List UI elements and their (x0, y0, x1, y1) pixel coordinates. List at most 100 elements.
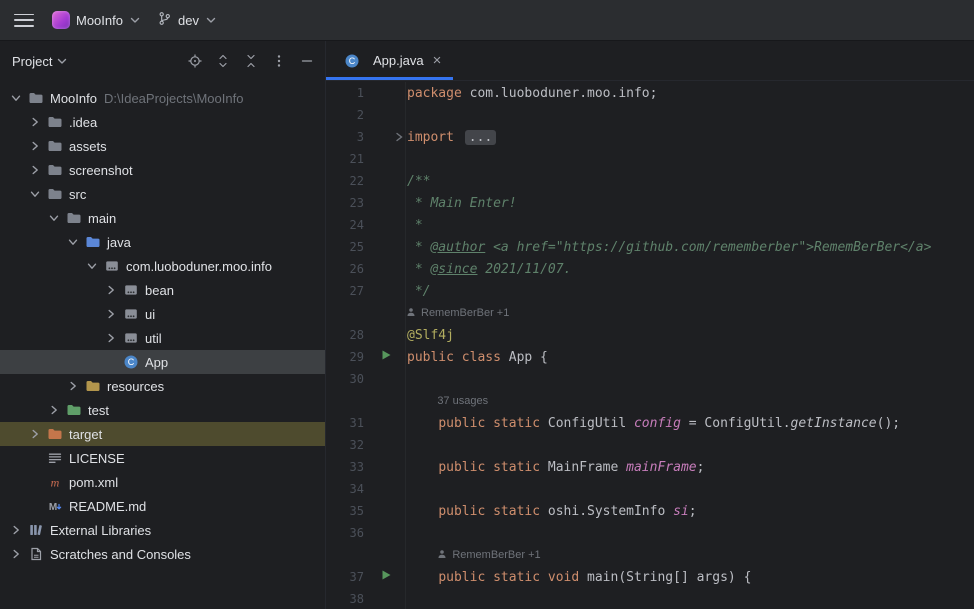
inlay-text[interactable]: RememBerBer +1 (406, 307, 509, 320)
folder-icon (66, 210, 82, 226)
tree-item-app[interactable]: CApp (0, 350, 325, 374)
project-name: MooInfo (76, 13, 123, 28)
code-text[interactable]: public static ConfigUtil config = Config… (406, 416, 900, 431)
git-branch-icon (157, 11, 172, 29)
chevron-spacer (27, 498, 43, 514)
tree-item-label: screenshot (69, 163, 133, 178)
code-line: 36 (326, 522, 974, 544)
fold-expand-icon[interactable] (394, 131, 404, 146)
folder-icon (28, 90, 44, 106)
tree-item-assets[interactable]: assets (0, 134, 325, 158)
svg-text:m: m (51, 476, 60, 490)
tree-item-com-luoboduner-moo-info[interactable]: com.luoboduner.moo.info (0, 254, 325, 278)
more-options-icon[interactable] (267, 49, 291, 73)
gutter (366, 170, 406, 192)
tree-item-main[interactable]: main (0, 206, 325, 230)
project-widget[interactable]: MooInfo (44, 7, 149, 33)
code-text[interactable]: * @since 2021/11/07. (406, 262, 571, 277)
panel-title[interactable]: Project (12, 54, 52, 69)
chevron-right-icon[interactable] (27, 138, 43, 154)
branch-widget[interactable]: dev (149, 7, 225, 33)
code-text[interactable]: public static void main(String[] args) { (406, 570, 751, 585)
chevron-right-icon[interactable] (27, 162, 43, 178)
tree-item-resources[interactable]: resources (0, 374, 325, 398)
chevron-right-icon[interactable] (103, 282, 119, 298)
tree-item-label: Scratches and Consoles (50, 547, 191, 562)
tree-item-src[interactable]: src (0, 182, 325, 206)
tree-item-screenshot[interactable]: screenshot (0, 158, 325, 182)
code-text[interactable]: /** (406, 174, 430, 189)
chevron-down-icon[interactable] (56, 55, 68, 67)
chevron-right-icon[interactable] (46, 402, 62, 418)
package-icon (123, 306, 139, 322)
tree-item-label: .idea (69, 115, 97, 130)
tree-item-path: D:\IdeaProjects\MooInfo (104, 91, 243, 106)
inlay-label[interactable]: RememBerBer +1 (452, 549, 540, 561)
collapse-all-icon[interactable] (239, 49, 263, 73)
chevron-right-icon[interactable] (103, 330, 119, 346)
close-icon[interactable]: × (431, 53, 444, 68)
hide-panel-icon[interactable] (295, 49, 319, 73)
code-text[interactable]: * Main Enter! (406, 196, 517, 211)
chevron-down-icon[interactable] (84, 258, 100, 274)
chevron-right-icon[interactable] (8, 546, 24, 562)
tree-item-idea[interactable]: .idea (0, 110, 325, 134)
tree-item-label: com.luoboduner.moo.info (126, 259, 272, 274)
code-text[interactable]: public class App { (406, 350, 548, 365)
code-text[interactable]: public static MainFrame mainFrame; (406, 460, 704, 475)
tree-item-label: pom.xml (69, 475, 118, 490)
gutter (366, 192, 406, 214)
tree-item-mooinfo[interactable]: MooInfoD:\IdeaProjects\MooInfo (0, 86, 325, 110)
project-panel-header: Project (0, 41, 325, 81)
inlay-label[interactable]: RememBerBer +1 (421, 307, 509, 319)
tree-item-license[interactable]: LICENSE (0, 446, 325, 470)
chevron-right-icon[interactable] (8, 522, 24, 538)
tree-item-label: test (88, 403, 109, 418)
tree-item-readme-md[interactable]: MREADME.md (0, 494, 325, 518)
code-text[interactable]: * @author <a href="https://github.com/re… (406, 240, 931, 255)
folder-icon (47, 186, 63, 202)
chevron-right-icon[interactable] (65, 378, 81, 394)
code-text[interactable]: */ (406, 284, 430, 299)
tree-item-target[interactable]: target (0, 422, 325, 446)
locate-file-icon[interactable] (183, 49, 207, 73)
chevron-down-icon (129, 14, 141, 26)
line-number: 22 (326, 174, 366, 188)
expand-all-icon[interactable] (211, 49, 235, 73)
tree-item-ui[interactable]: ui (0, 302, 325, 326)
code-text[interactable]: public static oshi.SystemInfo si; (406, 504, 697, 519)
code-text[interactable]: * (406, 218, 423, 233)
menu-icon[interactable] (14, 14, 34, 27)
tree-item-pom-xml[interactable]: m pom.xml (0, 470, 325, 494)
chevron-right-icon[interactable] (27, 426, 43, 442)
gutter (366, 390, 406, 412)
code-text[interactable]: import ... (406, 130, 496, 145)
tree-item-scratches-and-consoles[interactable]: Scratches and Consoles (0, 542, 325, 566)
run-button[interactable] (380, 569, 392, 585)
chevron-down-icon[interactable] (27, 186, 43, 202)
chevron-down-icon[interactable] (65, 234, 81, 250)
inlay-label[interactable]: 37 usages (437, 395, 488, 407)
tab-app-java[interactable]: C App.java × (326, 41, 453, 80)
inlay-text[interactable]: RememBerBer +1 (406, 549, 541, 562)
code-text[interactable]: @Slf4j (406, 328, 454, 343)
gutter (366, 236, 406, 258)
code-area[interactable]: 1package com.luoboduner.moo.info;23impor… (326, 81, 974, 609)
code-line: 25 * @author <a href="https://github.com… (326, 236, 974, 258)
code-text[interactable]: package com.luoboduner.moo.info; (406, 86, 657, 101)
tree-item-external-libraries[interactable]: External Libraries (0, 518, 325, 542)
inlay-text[interactable]: 37 usages (406, 395, 488, 407)
line-number: 23 (326, 196, 366, 210)
chevron-right-icon[interactable] (27, 114, 43, 130)
chevron-right-icon[interactable] (103, 306, 119, 322)
tree-item-java[interactable]: java (0, 230, 325, 254)
tree-item-util[interactable]: util (0, 326, 325, 350)
gutter (366, 324, 406, 346)
chevron-down-icon[interactable] (46, 210, 62, 226)
chevron-down-icon[interactable] (8, 90, 24, 106)
tree-item-test[interactable]: test (0, 398, 325, 422)
run-button[interactable] (380, 349, 392, 365)
tree-item-bean[interactable]: bean (0, 278, 325, 302)
line-number: 36 (326, 526, 366, 540)
code-line: 32 (326, 434, 974, 456)
